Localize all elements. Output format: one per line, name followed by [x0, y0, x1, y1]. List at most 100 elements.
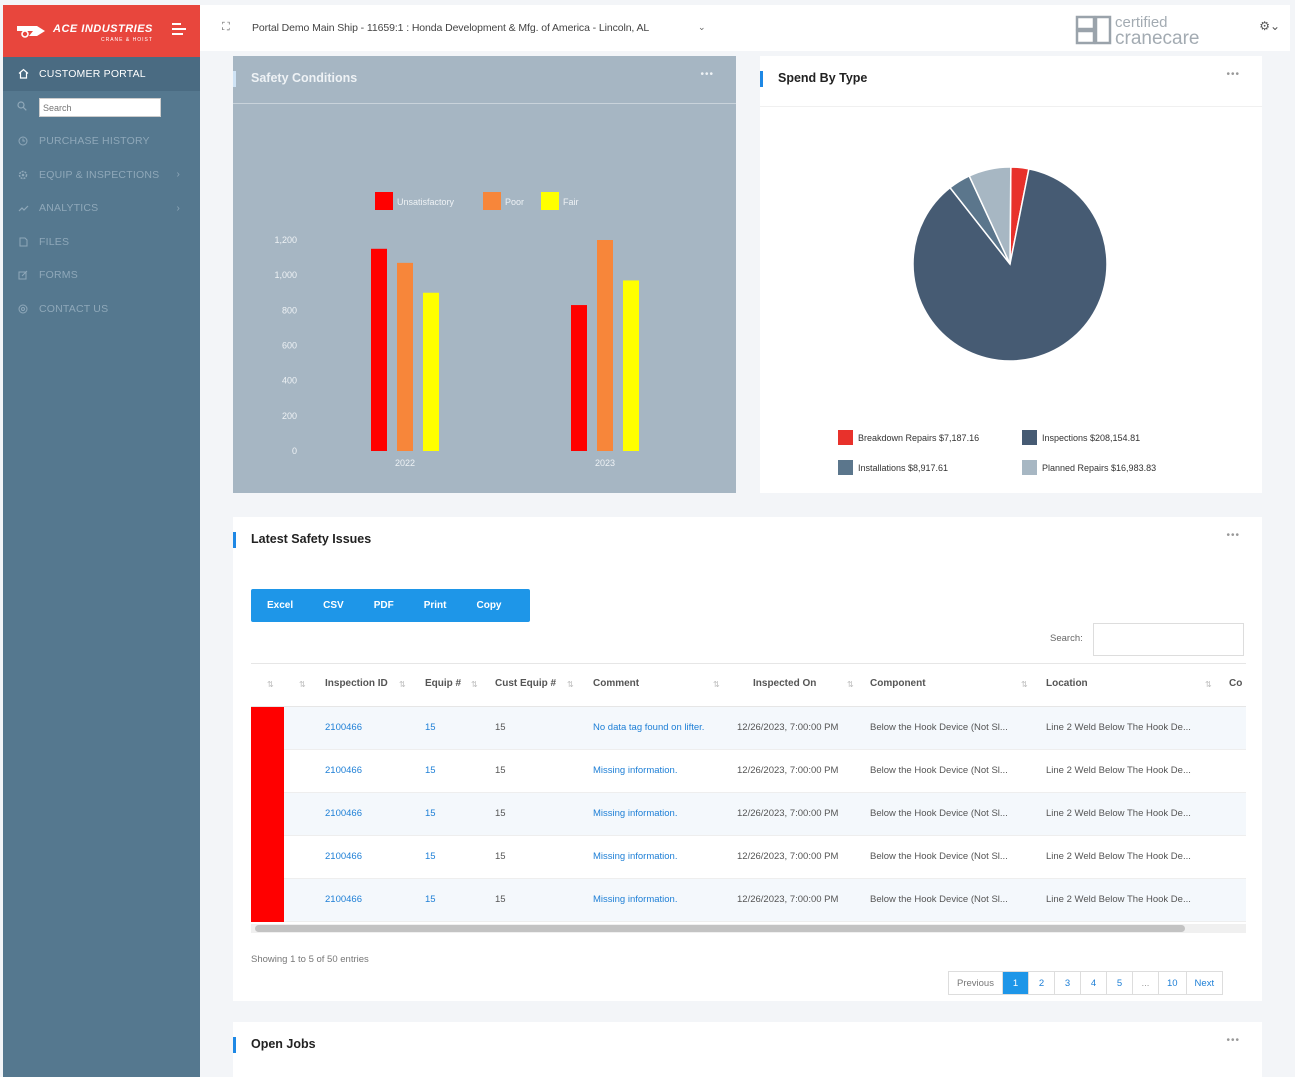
table-row[interactable]: 2100466 15 15 Missing information. 12/26… [251, 793, 1246, 836]
sidebar-item-label: PURCHASE HISTORY [39, 135, 150, 148]
column-header-location[interactable]: Location [1046, 678, 1088, 689]
column-header-equip[interactable]: Equip # [425, 678, 461, 689]
table-row[interactable]: 2100466 15 15 Missing information. 12/26… [251, 879, 1246, 922]
table-row[interactable]: 2100466 15 15 Missing information. 12/26… [251, 836, 1246, 879]
bar [397, 262, 413, 451]
table-row[interactable]: 2100466 15 15 Missing information. 12/26… [251, 750, 1246, 793]
sidebar-item-contact-us[interactable]: CONTACT US [3, 292, 200, 326]
column-header-comment[interactable]: Comment [593, 678, 639, 689]
inspected-on-cell: 12/26/2023, 7:00:00 PM [737, 765, 839, 776]
settings-gear-icon[interactable]: ⚙⌄ [1259, 19, 1280, 33]
comment-link[interactable]: Missing information. [593, 808, 677, 819]
fullscreen-icon[interactable]: ⛶ [222, 21, 230, 34]
sort-icon[interactable]: ⇅ [471, 680, 478, 689]
equip-link[interactable]: 15 [425, 722, 436, 733]
more-options-icon[interactable]: ••• [1226, 1035, 1240, 1046]
bar [371, 248, 387, 451]
inspection-id-link[interactable]: 2100466 [325, 722, 362, 733]
equip-link[interactable]: 15 [425, 765, 436, 776]
sort-icon[interactable]: ⇅ [1021, 680, 1028, 689]
sidebar-item-forms[interactable]: FORMS [3, 259, 200, 293]
location-cell: Line 2 Weld Below The Hook De... [1046, 851, 1191, 862]
comment-link[interactable]: Missing information. [593, 894, 677, 905]
pager-page-1[interactable]: 1 [1002, 972, 1029, 994]
sort-icon[interactable]: ⇅ [567, 680, 574, 689]
pager-page-5[interactable]: 5 [1106, 972, 1133, 994]
equip-link[interactable]: 15 [425, 808, 436, 819]
bar [597, 240, 613, 451]
pager-page-10[interactable]: 10 [1158, 972, 1187, 994]
chevron-down-icon[interactable]: ⌄ [698, 22, 706, 33]
pager-page-4[interactable]: 4 [1080, 972, 1107, 994]
column-header-co[interactable]: Co [1229, 678, 1242, 689]
more-options-icon[interactable]: ••• [700, 69, 714, 80]
column-header-inspected-on[interactable]: Inspected On [753, 678, 816, 689]
card-header: Latest Safety Issues ••• [233, 517, 1262, 564]
sidebar-item-label: CONTACT US [39, 302, 109, 315]
card-title: Latest Safety Issues [251, 532, 372, 546]
inspection-id-link[interactable]: 2100466 [325, 808, 362, 819]
column-header-component[interactable]: Component [870, 678, 926, 689]
search-icon [17, 101, 29, 114]
bar [571, 305, 587, 451]
inspection-id-link[interactable]: 2100466 [325, 851, 362, 862]
column-header-inspection-id[interactable]: Inspection ID [325, 678, 388, 689]
sidebar-item-equip-inspections[interactable]: EQUIP & INSPECTIONS › [3, 158, 200, 192]
sort-icon[interactable]: ⇅ [847, 680, 854, 689]
brand-bar: ACE INDUSTRIES CRANE & HOIST [3, 5, 200, 57]
sidebar-item-label: FILES [39, 235, 70, 248]
sort-icon[interactable]: ⇅ [1205, 680, 1212, 689]
pager-page-3[interactable]: 3 [1054, 972, 1081, 994]
x-tick-label: 2023 [595, 458, 615, 468]
legend-swatch [1022, 430, 1037, 445]
comment-link[interactable]: No data tag found on lifter. [593, 722, 704, 733]
inspection-id-link[interactable]: 2100466 [325, 765, 362, 776]
equip-link[interactable]: 15 [425, 894, 436, 905]
export-csv-button[interactable]: CSV [323, 600, 344, 611]
y-tick-label: 200 [282, 411, 297, 421]
sidebar-item-customer-portal[interactable]: CUSTOMER PORTAL [3, 57, 200, 91]
table-search-input[interactable] [1093, 623, 1244, 656]
y-tick-label: 600 [282, 341, 297, 351]
sidebar-item-analytics[interactable]: ANALYTICS › [3, 192, 200, 226]
inspected-on-cell: 12/26/2023, 7:00:00 PM [737, 851, 839, 862]
comment-link[interactable]: Missing information. [593, 765, 677, 776]
equip-link[interactable]: 15 [425, 851, 436, 862]
card-accent [233, 1037, 236, 1053]
sort-icon[interactable]: ⇅ [399, 680, 406, 689]
card-accent [233, 532, 236, 548]
comment-link[interactable]: Missing information. [593, 851, 677, 862]
severity-flag [251, 793, 284, 836]
location-selector[interactable]: Portal Demo Main Ship - 11659:1 : Honda … [252, 22, 649, 34]
component-cell: Below the Hook Device (Not Sl... [870, 894, 1008, 905]
table-row[interactable]: 2100466 15 15 No data tag found on lifte… [251, 707, 1246, 750]
chevron-right-icon: › [176, 202, 180, 214]
horizontal-scrollbar[interactable] [251, 924, 1246, 933]
sort-icon[interactable]: ⇅ [267, 680, 274, 689]
sidebar-item-label: FORMS [39, 269, 78, 282]
export-pdf-button[interactable]: PDF [374, 600, 394, 611]
export-excel-button[interactable]: Excel [267, 600, 293, 611]
location-cell: Line 2 Weld Below The Hook De... [1046, 765, 1191, 776]
column-header-cust-equip[interactable]: Cust Equip # [495, 678, 556, 689]
copy-button[interactable]: Copy [476, 600, 501, 611]
legend-label: Poor [505, 197, 524, 207]
pagination: Previous 1 2 3 4 5 ... 10 Next [948, 971, 1224, 995]
hook-logo-icon [17, 26, 45, 38]
brand-wordmark[interactable]: ACE INDUSTRIES CRANE & HOIST [49, 19, 153, 44]
print-button[interactable]: Print [424, 600, 447, 611]
sidebar-search-input[interactable] [39, 98, 161, 117]
pager-previous-button[interactable]: Previous [949, 972, 1003, 994]
inspection-id-link[interactable]: 2100466 [325, 894, 362, 905]
sidebar: ACE INDUSTRIES CRANE & HOIST CUSTOMER PO… [3, 5, 200, 1077]
menu-toggle-button[interactable] [172, 23, 186, 37]
scrollbar-thumb[interactable] [255, 925, 1185, 932]
sidebar-item-purchase-history[interactable]: PURCHASE HISTORY [3, 125, 200, 159]
pager-page-2[interactable]: 2 [1028, 972, 1055, 994]
sort-icon[interactable]: ⇅ [299, 680, 306, 689]
sidebar-item-files[interactable]: FILES [3, 225, 200, 259]
more-options-icon[interactable]: ••• [1226, 530, 1240, 541]
sort-icon[interactable]: ⇅ [713, 680, 720, 689]
pager-next-button[interactable]: Next [1186, 972, 1223, 994]
more-options-icon[interactable]: ••• [1226, 69, 1240, 80]
